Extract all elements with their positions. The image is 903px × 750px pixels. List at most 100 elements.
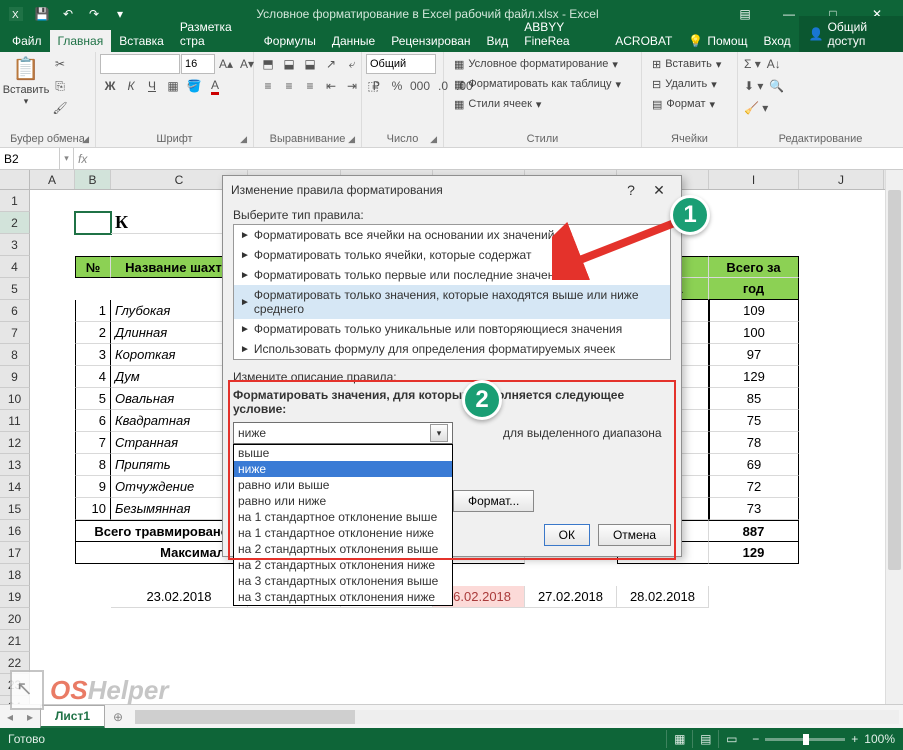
name-box[interactable]: B2	[0, 148, 60, 169]
redo-button[interactable]: ↷	[82, 3, 106, 25]
cell[interactable]: Всего за	[709, 256, 799, 278]
cell[interactable]: 887	[709, 520, 799, 542]
view-break-button[interactable]: ▭	[718, 730, 744, 748]
cut-button[interactable]: ✂	[50, 54, 70, 74]
cell[interactable]: 72	[709, 476, 799, 498]
rule-type-item[interactable]: ►Форматировать только значения, которые …	[234, 285, 670, 319]
fill-button[interactable]: ⬇ ▾	[742, 76, 765, 96]
zoom-out-button[interactable]: −	[752, 732, 759, 746]
row-header[interactable]: 7	[0, 322, 30, 344]
cell[interactable]: 27.02.2018	[525, 586, 617, 608]
cell[interactable]: 9	[75, 476, 111, 498]
cell[interactable]: 6	[75, 410, 111, 432]
conditional-formatting-button[interactable]: ▦Условное форматирование ▾	[448, 54, 627, 74]
tab-view[interactable]: Вид	[479, 30, 517, 52]
orientation-button[interactable]: ↗	[321, 54, 341, 74]
cell[interactable]: 2	[75, 322, 111, 344]
help-button[interactable]: 💡Помощ	[680, 30, 755, 52]
rule-type-item[interactable]: ►Форматировать только первые или последн…	[234, 265, 670, 285]
add-sheet-button[interactable]: ⊕	[105, 710, 131, 724]
align-bottom-button[interactable]: ⬓	[300, 54, 320, 74]
align-middle-button[interactable]: ⬓	[279, 54, 299, 74]
cell[interactable]: 7	[75, 432, 111, 454]
sheet-tab[interactable]: Лист1	[40, 705, 105, 729]
tab-formulas[interactable]: Формулы	[256, 30, 324, 52]
row-header[interactable]: 19	[0, 586, 30, 608]
row-header[interactable]: 2	[0, 212, 30, 234]
tab-abbyy[interactable]: ABBYY FineRea	[516, 16, 607, 52]
dialog-close-button[interactable]: ✕	[645, 178, 673, 202]
sort-filter-button[interactable]: A↓	[764, 54, 784, 74]
dialog-launcher-icon[interactable]: ◢	[82, 134, 89, 145]
number-format-select[interactable]: Общий	[366, 54, 436, 74]
row-header[interactable]: 8	[0, 344, 30, 366]
cell[interactable]: год	[709, 278, 799, 300]
cell[interactable]: 129	[709, 542, 799, 564]
cell[interactable]: 23.02.2018	[111, 586, 248, 608]
horizontal-scrollbar[interactable]	[135, 710, 899, 724]
italic-button[interactable]: К	[121, 76, 141, 96]
combo-option[interactable]: на 3 стандартных отклонения ниже	[234, 589, 452, 605]
zoom-slider[interactable]	[765, 738, 845, 741]
dialog-launcher-icon[interactable]: ◢	[240, 134, 247, 145]
condition-dropdown[interactable]: выше ниже равно или выше равно или ниже …	[233, 444, 453, 606]
scroll-thumb[interactable]	[888, 190, 901, 570]
col-header[interactable]: B	[75, 170, 111, 189]
cell[interactable]: 100	[709, 322, 799, 344]
col-header[interactable]: I	[709, 170, 799, 189]
decrease-indent-button[interactable]: ⇤	[321, 76, 341, 96]
chevron-down-icon[interactable]: ▾	[430, 424, 448, 442]
comma-button[interactable]: 000	[408, 76, 432, 96]
tab-insert[interactable]: Вставка	[111, 30, 172, 52]
undo-button[interactable]: ↶	[56, 3, 80, 25]
cell[interactable]	[75, 212, 111, 234]
row-header[interactable]: 14	[0, 476, 30, 498]
rule-type-list[interactable]: ►Форматировать все ячейки на основании и…	[233, 224, 671, 360]
row-header[interactable]: 20	[0, 608, 30, 630]
condition-combo[interactable]: ниже ▾	[233, 422, 453, 444]
wrap-text-button[interactable]: ⤶	[342, 54, 362, 74]
dialog-titlebar[interactable]: Изменение правила форматирования ? ✕	[223, 176, 681, 204]
autosum-button[interactable]: Σ ▾	[742, 54, 763, 74]
increase-indent-button[interactable]: ⇥	[342, 76, 362, 96]
cell[interactable]: 8	[75, 454, 111, 476]
copy-button[interactable]: ⎘	[50, 76, 70, 96]
tab-review[interactable]: Рецензирован	[383, 30, 478, 52]
paste-button[interactable]: 📋Вставить▾	[4, 54, 48, 124]
format-painter-button[interactable]: 🖌	[50, 98, 70, 118]
zoom-control[interactable]: − + 100%	[752, 732, 895, 746]
combo-option[interactable]: на 1 стандартное отклонение ниже	[234, 525, 452, 541]
rule-type-item[interactable]: ►Форматировать только уникальные или пов…	[234, 319, 670, 339]
font-size[interactable]: 16	[181, 54, 215, 74]
row-header[interactable]: 17	[0, 542, 30, 564]
save-button[interactable]: 💾	[30, 3, 54, 25]
cell-styles-button[interactable]: ▦Стили ячеек ▾	[448, 94, 627, 114]
row-header[interactable]: 21	[0, 630, 30, 652]
tab-data[interactable]: Данные	[324, 30, 383, 52]
excel-icon[interactable]: X	[4, 3, 28, 25]
underline-button[interactable]: Ч	[142, 76, 162, 96]
row-header[interactable]: 15	[0, 498, 30, 520]
combo-option[interactable]: на 3 стандартных отклонения выше	[234, 573, 452, 589]
cell[interactable]: 97	[709, 344, 799, 366]
find-button[interactable]: 🔍	[766, 76, 786, 96]
combo-option[interactable]: на 2 стандартных отклонения выше	[234, 541, 452, 557]
ok-button[interactable]: ОК	[544, 524, 590, 546]
bold-button[interactable]: Ж	[100, 76, 120, 96]
combo-option[interactable]: равно или ниже	[234, 493, 452, 509]
rule-type-item[interactable]: ►Форматировать только ячейки, которые со…	[234, 245, 670, 265]
col-header[interactable]: J	[799, 170, 884, 189]
dialog-help-button[interactable]: ?	[617, 178, 645, 202]
cell[interactable]: 73	[709, 498, 799, 520]
percent-button[interactable]: %	[387, 76, 407, 96]
row-header[interactable]: 13	[0, 454, 30, 476]
ribbon-options-icon[interactable]: ▤	[723, 0, 767, 28]
tab-layout[interactable]: Разметка стра	[172, 16, 256, 52]
font-select[interactable]	[100, 54, 180, 74]
select-all-corner[interactable]	[0, 170, 30, 190]
row-header[interactable]: 1	[0, 190, 30, 212]
cell[interactable]: 3	[75, 344, 111, 366]
dialog-launcher-icon[interactable]: ◢	[430, 134, 437, 145]
combo-option[interactable]: ниже	[234, 461, 452, 477]
cell[interactable]: №	[75, 256, 111, 278]
